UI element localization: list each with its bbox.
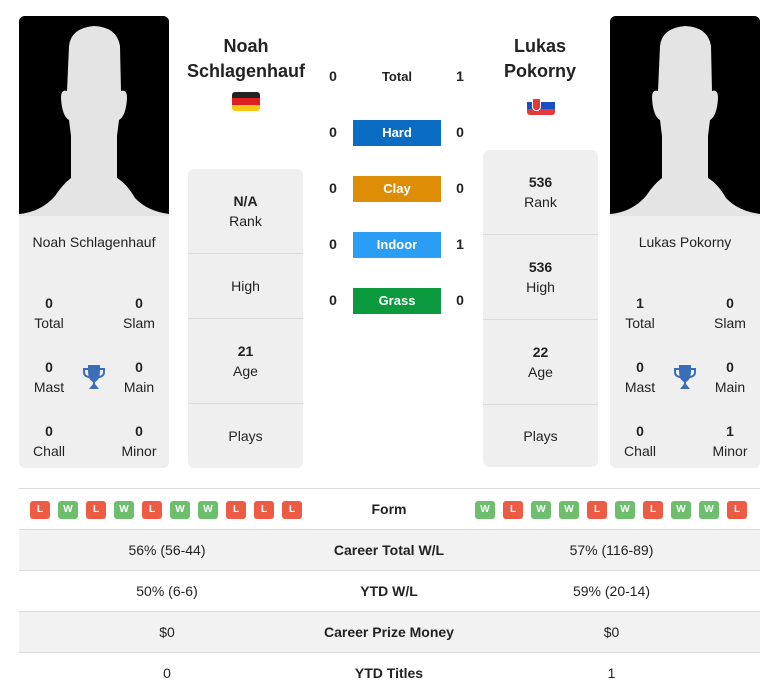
form-badge-win[interactable]: W: [671, 501, 691, 519]
form-badge-win[interactable]: W: [699, 501, 719, 519]
player1-name-header[interactable]: Noah Schlagenhauf: [181, 34, 311, 84]
player1-high: High: [188, 254, 303, 319]
title-slam: 0 Slam: [123, 295, 155, 331]
form-badge-loss[interactable]: L: [142, 501, 162, 519]
form-label: Form: [371, 501, 407, 517]
title-slam: 0 Slam: [714, 295, 746, 331]
player1-info: N/A Rank High 21 Age Plays: [188, 169, 303, 468]
title-mast: 0 Mast: [33, 359, 65, 395]
player2-form: WLWWLWLWWL: [475, 501, 747, 519]
form-badge-loss[interactable]: L: [587, 501, 607, 519]
form-badge-win[interactable]: W: [475, 501, 495, 519]
form-badge-win[interactable]: W: [170, 501, 190, 519]
surface-total: Total: [381, 69, 413, 84]
player2-card-name[interactable]: Lukas Pokorny: [610, 234, 760, 250]
surface-clay[interactable]: Clay: [353, 176, 441, 202]
player1-plays: Plays: [228, 428, 263, 444]
form-badge-loss[interactable]: L: [643, 501, 663, 519]
form-badge-loss[interactable]: L: [727, 501, 747, 519]
player2-photo: [610, 16, 760, 216]
player2-high: 536 High: [483, 235, 598, 320]
player2-age: 22 Age: [483, 320, 598, 405]
player2-info: 536 Rank 536 High 22 Age Plays: [483, 150, 598, 467]
player1-rank: N/A Rank: [188, 169, 303, 254]
form-badge-win[interactable]: W: [559, 501, 579, 519]
player1-card: Noah Schlagenhauf 0 Total 0 Slam 0 Mast 0 Ma…: [19, 16, 169, 468]
form-badge-loss[interactable]: L: [282, 501, 302, 519]
h2h-hard: 0 Hard 0: [320, 120, 480, 146]
trophy-icon: [673, 364, 697, 390]
ytd-wl-row: 50% (6-6) YTD W/L 59% (20-14): [19, 570, 760, 611]
player2-plays: Plays: [523, 428, 558, 444]
h2h-indoor: 0 Indoor 1: [320, 232, 480, 258]
title-total: 1 Total: [625, 295, 655, 331]
career-wl-row: 56% (56-44) Career Total W/L 57% (116-89…: [19, 529, 760, 570]
player2-card: Lukas Pokorny 1 Total 0 Slam 0 Mast 0 Main 0…: [610, 16, 760, 468]
ytd-titles-row: 0 YTD Titles 1: [19, 652, 760, 693]
form-badge-win[interactable]: W: [531, 501, 551, 519]
player1-form: LWLWLWWLLL: [30, 501, 302, 519]
h2h-grass: 0 Grass 0: [320, 288, 480, 314]
title-main: 0 Main: [123, 359, 155, 395]
avatar-silhouette-icon: [610, 16, 760, 216]
surface-grass[interactable]: Grass: [353, 288, 441, 314]
trophy-icon: [82, 364, 106, 390]
player1-card-name[interactable]: Noah Schlagenhauf: [19, 234, 169, 250]
title-mast: 0 Mast: [624, 359, 656, 395]
player1-age: 21 Age: [188, 319, 303, 404]
prize-money-row: $0 Career Prize Money $0: [19, 611, 760, 652]
form-row: LWLWLWWLLL Form WLWWLWLWWL: [19, 488, 760, 529]
player2-rank: 536 Rank: [483, 150, 598, 235]
form-badge-loss[interactable]: L: [254, 501, 274, 519]
stats-table: LWLWLWWLLL Form WLWWLWLWWL 56% (56-44) C…: [19, 488, 760, 693]
form-badge-loss[interactable]: L: [30, 501, 50, 519]
title-main: 0 Main: [714, 359, 746, 395]
surface-hard[interactable]: Hard: [353, 120, 441, 146]
form-badge-loss[interactable]: L: [226, 501, 246, 519]
form-badge-win[interactable]: W: [615, 501, 635, 519]
form-badge-loss[interactable]: L: [503, 501, 523, 519]
form-badge-loss[interactable]: L: [86, 501, 106, 519]
h2h-clay: 0 Clay 0: [320, 176, 480, 202]
form-badge-win[interactable]: W: [114, 501, 134, 519]
title-chall: 0 Chall: [33, 423, 65, 459]
title-chall: 0 Chall: [624, 423, 656, 459]
h2h-total: 0 Total 1: [320, 64, 480, 90]
slovakia-flag-icon: [527, 96, 555, 115]
avatar-silhouette-icon: [19, 16, 169, 216]
germany-flag-icon: [232, 92, 260, 111]
surface-indoor[interactable]: Indoor: [353, 232, 441, 258]
title-minor: 0 Minor: [121, 423, 157, 459]
form-badge-win[interactable]: W: [58, 501, 78, 519]
title-minor: 1 Minor: [712, 423, 748, 459]
title-total: 0 Total: [34, 295, 64, 331]
form-badge-win[interactable]: W: [198, 501, 218, 519]
player2-name-header[interactable]: Lukas Pokorny: [475, 34, 605, 84]
player1-photo: [19, 16, 169, 216]
